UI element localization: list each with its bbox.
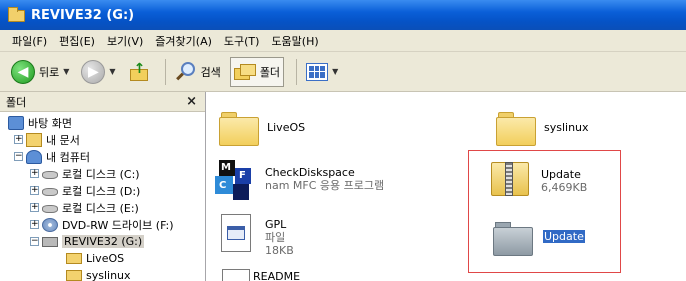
back-arrow-icon: ◀ [11, 59, 35, 84]
expand-icon[interactable]: + [30, 220, 39, 229]
removable-drive-icon [42, 236, 58, 247]
local-disk-icon [42, 171, 58, 179]
folder-pane-title: 폴더 [6, 95, 27, 109]
folders-icon [233, 62, 256, 82]
local-disk-icon [42, 205, 58, 213]
expand-icon[interactable]: + [14, 135, 23, 144]
menu-favorites[interactable]: 즐겨찾기(A) [149, 33, 218, 49]
back-button[interactable]: ◀ 뒤로 ▼ [8, 57, 72, 87]
menu-edit[interactable]: 편집(E) [53, 33, 101, 49]
chevron-down-icon[interactable]: ▼ [332, 67, 338, 76]
folder-icon [8, 7, 26, 22]
folder-icon [66, 270, 82, 281]
views-button[interactable]: ▼ [303, 57, 341, 87]
my-computer-icon [26, 149, 42, 164]
tree-item-my-computer[interactable]: − 내 컴퓨터 [0, 148, 205, 165]
folder-icon [496, 112, 536, 146]
tree-item-label: 로컬 디스크 (C:) [62, 167, 140, 181]
tree-item-label: 내 컴퓨터 [46, 150, 90, 164]
collapse-icon[interactable]: − [30, 237, 39, 246]
file-name: LiveOS [267, 121, 306, 134]
close-icon[interactable]: × [186, 94, 197, 109]
tree-item-label: LiveOS [86, 252, 125, 265]
file-icon [221, 214, 253, 254]
toolbar: ◀ 뒤로 ▼ ▶ ▼ ↑ 검색 폴더 ▼ [0, 52, 686, 92]
menu-tools[interactable]: 도구(T) [218, 33, 266, 49]
folder-tree: 바탕 화면 + 내 문서 − 내 컴퓨터 + 로컬 디스크 (C:) + 로컬 … [0, 112, 205, 281]
file-name: GPL [265, 218, 287, 231]
tree-item-label: syslinux [86, 269, 131, 281]
chevron-down-icon[interactable]: ▼ [109, 67, 115, 76]
tree-item-drive-c[interactable]: + 로컬 디스크 (C:) [0, 165, 205, 182]
file-item-gpl[interactable]: GPL 파일 18KB [217, 214, 294, 257]
file-item-syslinux[interactable]: syslinux [496, 112, 589, 146]
annotation-highlight-box [468, 150, 621, 273]
tree-item-drive-e[interactable]: + 로컬 디스크 (E:) [0, 199, 205, 216]
tree-item-desktop[interactable]: 바탕 화면 [0, 114, 205, 131]
my-documents-icon [26, 132, 42, 147]
toolbar-separator [296, 58, 298, 85]
tree-item-syslinux[interactable]: syslinux [0, 267, 205, 281]
tree-item-drive-f[interactable]: + DVD-RW 드라이브 (F:) [0, 216, 205, 233]
forward-arrow-icon: ▶ [81, 59, 106, 84]
folder-icon [66, 253, 82, 264]
title-bar[interactable]: REVIVE32 (G:) [0, 0, 686, 30]
forward-button[interactable]: ▶ ▼ [78, 57, 118, 87]
file-name: README [253, 270, 301, 281]
dvd-drive-icon [42, 217, 58, 232]
file-size: 18KB [265, 244, 294, 257]
toolbar-separator [164, 58, 166, 85]
chevron-down-icon[interactable]: ▼ [63, 67, 69, 76]
tree-item-my-documents[interactable]: + 내 문서 [0, 131, 205, 148]
folder-pane-header: 폴더 × [0, 92, 205, 112]
file-name: syslinux [544, 121, 589, 134]
folders-label: 폴더 [259, 65, 281, 79]
menu-help[interactable]: 도움말(H) [265, 33, 324, 49]
file-type: 파일 [265, 231, 286, 244]
file-type: nam MFC 응용 프로그램 [265, 179, 385, 192]
expand-icon[interactable]: + [30, 169, 39, 178]
tree-item-label: 내 문서 [46, 133, 80, 147]
file-item-readme[interactable]: README [253, 270, 300, 281]
menu-view[interactable]: 보기(V) [101, 33, 149, 49]
search-button[interactable]: 검색 [172, 57, 224, 87]
views-icon [306, 62, 329, 81]
local-disk-icon [42, 188, 58, 196]
file-name: CheckDiskspace [265, 166, 355, 179]
up-folder-icon: ↑ [128, 61, 150, 83]
folders-button[interactable]: 폴더 [229, 56, 285, 87]
mfc-application-icon: M F C [215, 160, 255, 200]
window-title: REVIVE32 (G:) [31, 7, 135, 23]
tree-item-label: REVIVE32 (G:) [62, 235, 145, 248]
file-item-liveos[interactable]: LiveOS [219, 112, 305, 146]
expand-icon[interactable]: + [30, 203, 39, 212]
up-folder-button[interactable]: ↑ [125, 57, 153, 87]
expand-icon[interactable]: + [30, 186, 39, 195]
menu-bar: 파일(F) 편집(E) 보기(V) 즐겨찾기(A) 도구(T) 도움말(H) [0, 30, 686, 52]
search-label: 검색 [200, 65, 221, 79]
tree-item-liveos[interactable]: LiveOS [0, 250, 205, 267]
tree-item-label: 로컬 디스크 (E:) [62, 201, 139, 215]
file-item-checkdiskspace[interactable]: M F C CheckDiskspace nam MFC 응용 프로그램 [215, 160, 384, 200]
collapse-icon[interactable]: − [14, 152, 23, 161]
tree-item-label: DVD-RW 드라이브 (F:) [62, 218, 174, 232]
desktop-icon [8, 115, 24, 130]
tree-item-label: 바탕 화면 [28, 116, 72, 130]
menu-file[interactable]: 파일(F) [6, 33, 53, 49]
folder-pane: 폴더 × 바탕 화면 + 내 문서 − 내 컴퓨터 + 로컬 디스크 (C:) … [0, 92, 206, 281]
tree-item-label: 로컬 디스크 (D:) [62, 184, 141, 198]
folder-icon [219, 112, 259, 146]
tree-item-drive-d[interactable]: + 로컬 디스크 (D:) [0, 182, 205, 199]
search-icon [175, 61, 197, 83]
file-icon [222, 269, 250, 281]
back-label: 뒤로 [39, 65, 60, 79]
tree-item-drive-g[interactable]: − REVIVE32 (G:) [0, 233, 205, 250]
